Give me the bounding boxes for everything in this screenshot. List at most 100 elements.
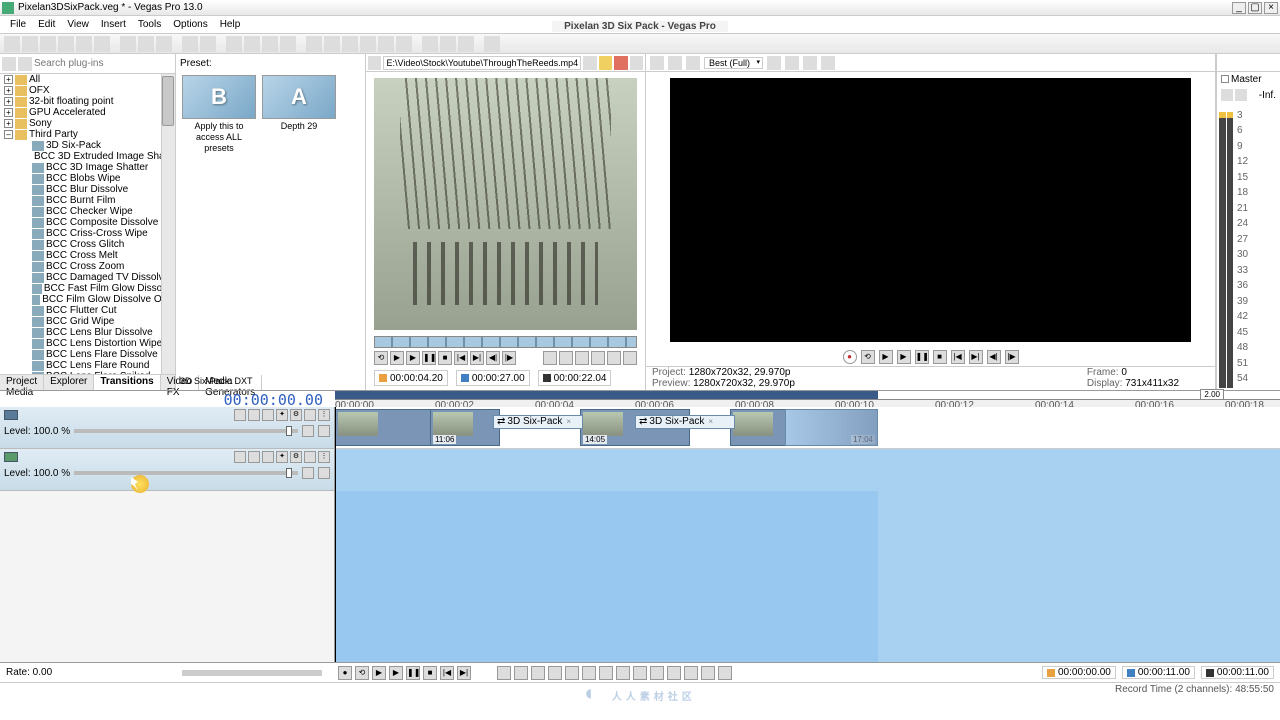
tl-record-icon[interactable]: ●: [338, 666, 352, 680]
tree-item[interactable]: BCC Composite Dissolve: [46, 217, 158, 228]
video-track-header[interactable]: ✦ ⚙ ⋮ Level: 100.0 %: [0, 407, 334, 449]
plugin-tree[interactable]: +All+OFX+32-bit floating point+GPU Accel…: [0, 74, 175, 374]
tl-play-icon[interactable]: ▶: [389, 666, 403, 680]
tree-item[interactable]: BCC Flutter Cut: [46, 305, 117, 316]
prev-step-fwd-icon[interactable]: |▶: [1005, 350, 1019, 364]
close-button[interactable]: ×: [1264, 2, 1278, 14]
preview-overlay-icon[interactable]: [785, 56, 799, 70]
ignore-icon[interactable]: [324, 36, 340, 52]
menu-insert[interactable]: Insert: [95, 19, 132, 30]
master-gear-icon[interactable]: [1235, 89, 1247, 101]
preview-ext-icon[interactable]: [686, 56, 700, 70]
transition-clip[interactable]: ⇄3D Six-Pack×: [493, 415, 583, 429]
go-start-icon[interactable]: |◀: [454, 351, 468, 365]
prev-loop-icon[interactable]: ⟲: [861, 350, 875, 364]
atrack-mute-icon[interactable]: [304, 451, 316, 463]
play-icon[interactable]: ▶: [390, 351, 404, 365]
tl-tool2-icon[interactable]: [514, 666, 528, 680]
tree-item[interactable]: BCC Blur Dissolve: [46, 184, 128, 195]
prev-pause-icon[interactable]: ❚❚: [915, 350, 929, 364]
render-icon[interactable]: [76, 36, 92, 52]
cut-icon[interactable]: [120, 36, 136, 52]
track1-slider[interactable]: [74, 429, 298, 433]
tl-tool12-icon[interactable]: [684, 666, 698, 680]
tree-category[interactable]: All: [29, 74, 40, 85]
help-icon[interactable]: [484, 36, 500, 52]
preview-monitor[interactable]: [670, 78, 1191, 342]
trimmer-remove-icon[interactable]: [614, 56, 627, 70]
tree-item[interactable]: 3D Six-Pack: [46, 140, 101, 151]
sel-len[interactable]: 00:00:11.00: [1217, 667, 1269, 678]
loop-region[interactable]: [335, 391, 878, 399]
prev-go-end-icon[interactable]: ▶|: [969, 350, 983, 364]
copy-icon[interactable]: [138, 36, 154, 52]
tree-item[interactable]: BCC Lens Flare Spiked: [46, 371, 151, 374]
playhead[interactable]: [335, 407, 336, 662]
trim-t3[interactable]: 00:00:22.04: [554, 373, 607, 384]
autocrossfade-icon[interactable]: [262, 36, 278, 52]
tl-stop-icon[interactable]: ■: [423, 666, 437, 680]
track-bypass-icon[interactable]: [234, 409, 246, 421]
track-gear-icon[interactable]: ⚙: [290, 409, 302, 421]
envelope-edit-icon[interactable]: [360, 36, 376, 52]
expand-icon[interactable]: +: [4, 119, 13, 128]
record-icon[interactable]: ●: [843, 350, 857, 364]
tree-item[interactable]: BCC Lens Distortion Wipe: [46, 338, 162, 349]
maximize-button[interactable]: ▢: [1248, 2, 1262, 14]
tree-item[interactable]: BCC Lens Flare Dissolve: [46, 349, 158, 360]
pause-icon[interactable]: ❚❚: [422, 351, 436, 365]
preset-thumb[interactable]: A: [262, 75, 336, 119]
trimmer-edit-icon[interactable]: [599, 56, 612, 70]
track1-comp-icon[interactable]: [302, 425, 314, 437]
tl-tool5-icon[interactable]: [565, 666, 579, 680]
tree-item[interactable]: BCC Cross Zoom: [46, 261, 124, 272]
trimmer-preview[interactable]: [374, 78, 637, 330]
trimmer-fx-icon[interactable]: [583, 56, 596, 70]
tree-item[interactable]: BCC 3D Extruded Image Shatter: [34, 151, 175, 162]
tree-category[interactable]: Third Party: [29, 129, 78, 140]
tree-category[interactable]: GPU Accelerated: [29, 107, 106, 118]
tl-pause-icon[interactable]: ❚❚: [406, 666, 420, 680]
expand-icon[interactable]: +: [4, 108, 13, 117]
tree-category[interactable]: Sony: [29, 118, 52, 129]
sel-start[interactable]: 00:00:00.00: [1058, 667, 1111, 678]
tree-category[interactable]: OFX: [29, 85, 50, 96]
audio-track-lane[interactable]: [335, 449, 1280, 662]
tl-tool1-icon[interactable]: [497, 666, 511, 680]
tl-play-start-icon[interactable]: ▶: [372, 666, 386, 680]
loop-icon[interactable]: ⟲: [374, 351, 388, 365]
properties-icon[interactable]: [94, 36, 110, 52]
menu-help[interactable]: Help: [214, 19, 247, 30]
trimmer-more-icon[interactable]: [623, 351, 637, 365]
tl-loop-icon[interactable]: ⟲: [355, 666, 369, 680]
trimmer-menu-icon[interactable]: [368, 56, 381, 70]
create-subclip-icon[interactable]: [607, 351, 621, 365]
quantize-icon[interactable]: [280, 36, 296, 52]
tree-category[interactable]: 32-bit floating point: [29, 96, 114, 107]
timeline-clip[interactable]: [335, 409, 435, 446]
atrack-bypass-icon[interactable]: [234, 451, 246, 463]
next-frame-icon[interactable]: |▶: [502, 351, 516, 365]
atrack-more-icon[interactable]: ⋮: [318, 451, 330, 463]
prev-go-start-icon[interactable]: |◀: [951, 350, 965, 364]
panel-tab[interactable]: Explorer: [44, 375, 94, 390]
add-media-icon[interactable]: [543, 351, 557, 365]
tree-scrollbar[interactable]: [161, 74, 175, 374]
menu-options[interactable]: Options: [167, 19, 213, 30]
tree-item[interactable]: BCC Burnt Film: [46, 195, 115, 206]
preview-split-icon[interactable]: [767, 56, 781, 70]
paste-icon[interactable]: [156, 36, 172, 52]
track-more-icon[interactable]: ⋮: [318, 409, 330, 421]
lock-icon[interactable]: [306, 36, 322, 52]
tl-go-start-icon[interactable]: |◀: [440, 666, 454, 680]
preview-copy-icon[interactable]: [821, 56, 835, 70]
trim-t2[interactable]: 00:00:27.00: [472, 373, 525, 384]
preview-props-icon[interactable]: [668, 56, 682, 70]
selection-edit-icon[interactable]: [378, 36, 394, 52]
track2-slider[interactable]: [74, 471, 298, 475]
tool-a-icon[interactable]: [422, 36, 438, 52]
audio-track-header[interactable]: ✦ ⚙ ⋮ Level: 100.0 %: [0, 449, 334, 491]
preview-device-icon[interactable]: [650, 56, 664, 70]
prev-play-start-icon[interactable]: ▶: [879, 350, 893, 364]
go-end-icon[interactable]: ▶|: [470, 351, 484, 365]
